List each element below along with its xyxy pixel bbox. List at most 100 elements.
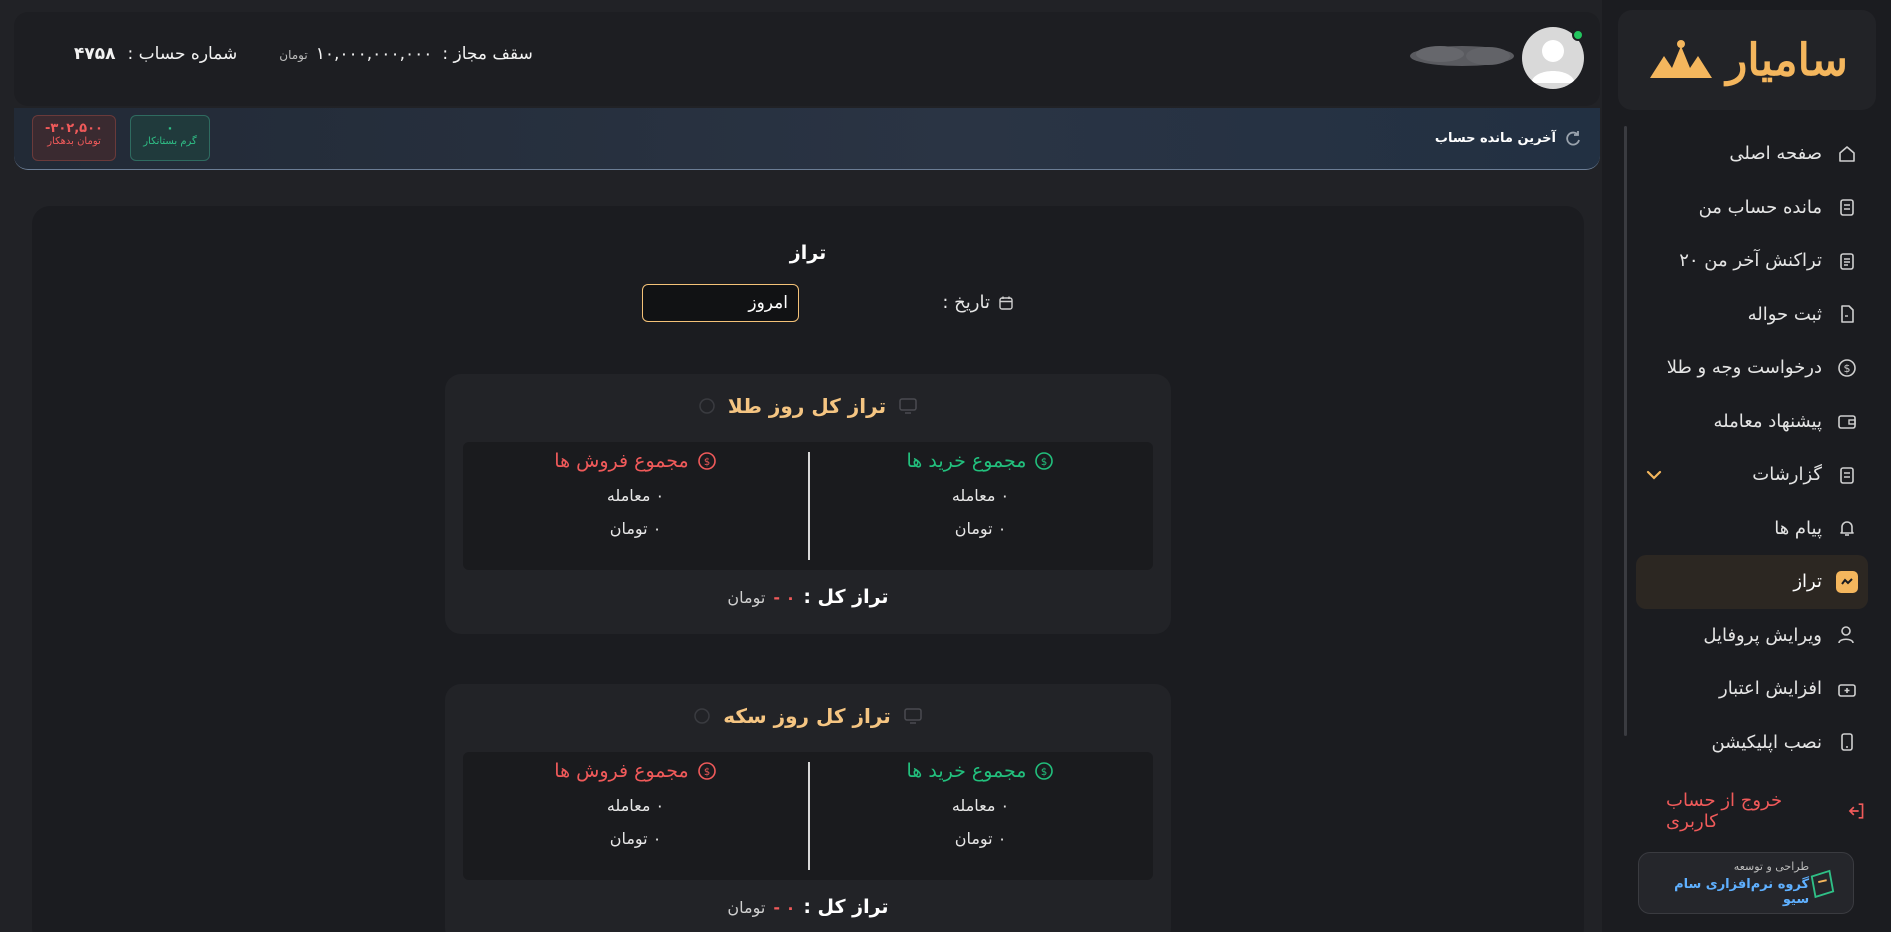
buy-title: مجموع خرید ها: [906, 760, 1027, 782]
date-label: تاریخ :: [942, 292, 990, 313]
sidebar-item-taraz[interactable]: تراز: [1636, 555, 1868, 609]
credit-company: گروه نرم‌افزاری سام سیو: [1674, 876, 1810, 907]
sell-amount: ۰ تومان: [609, 829, 662, 848]
sidebar-item-label: مانده حساب من: [1698, 196, 1822, 218]
chip-label: تومان بدهکار: [47, 136, 101, 147]
brand-logo[interactable]: سامیار: [1618, 10, 1876, 110]
developer-credit[interactable]: طراحی و توسعه گروه نرم‌افزاری سام سیو: [1638, 852, 1854, 914]
total-unit: تومان: [727, 898, 766, 917]
total-unit: تومان: [727, 588, 766, 607]
sell-money-icon: $: [697, 452, 716, 470]
column-divider: [808, 452, 810, 560]
page-title: تراز: [789, 242, 827, 264]
calendar-icon: [999, 296, 1013, 310]
chart-icon: [1836, 570, 1858, 593]
card-title: تراز کل روز سکه: [723, 704, 891, 728]
sidebar-item-home[interactable]: صفحه اصلی: [1636, 127, 1868, 181]
sell-head: $ مجموع فروش ها: [463, 450, 808, 472]
wallet-plus-icon: [1836, 678, 1858, 700]
date-label-wrap: تاریخ :: [942, 292, 1014, 313]
sidebar-item-messages[interactable]: پیام ها: [1636, 502, 1868, 556]
brand-mark-icon: [1650, 40, 1713, 78]
card-summary-box: $ مجموع خرید ها ۰ معامله ۰ تومان $ مجموع…: [463, 752, 1153, 880]
sidebar: سامیار صفحه اصلی مانده حساب من ۲۰ تراکنش…: [1602, 0, 1891, 932]
loading-spinner-icon: [694, 708, 710, 724]
svg-text:$: $: [704, 457, 710, 468]
last-balance-title: آخرین مانده حساب: [1434, 130, 1556, 146]
buy-column: $ مجموع خرید ها ۰ معامله ۰ تومان: [808, 752, 1153, 880]
sidebar-scroll-track[interactable]: [1624, 126, 1627, 736]
chip-value: -۳۰۲,۵۰۰: [45, 121, 103, 136]
sidebar-item-label: افزایش اعتبار: [1719, 678, 1822, 700]
buy-amount: ۰ تومان: [954, 519, 1007, 538]
card-total: تراز کل : ۰ - تومان: [445, 586, 1171, 608]
svg-text:$: $: [1844, 362, 1851, 375]
coin-summary-card: تراز کل روز سکه $ مجموع خرید ها ۰ معامله…: [445, 684, 1171, 932]
refresh-icon[interactable]: [1564, 129, 1582, 147]
sidebar-item-request[interactable]: درخواست وجه و طلا $: [1636, 341, 1868, 395]
sidebar-item-offer[interactable]: پیشنهاد معامله: [1636, 395, 1868, 449]
mobile-icon: [1836, 731, 1858, 753]
column-divider: [808, 762, 810, 870]
card-title-wrap: تراز کل روز طلا: [445, 394, 1171, 418]
logout-button[interactable]: خروج از حساب کاربری: [1666, 790, 1866, 832]
sidebar-item-remittance[interactable]: ثبت حواله: [1636, 288, 1868, 342]
sell-title: مجموع فروش ها: [554, 760, 689, 782]
sidebar-item-reports[interactable]: گزارشات: [1636, 448, 1868, 502]
svg-text:$: $: [704, 767, 710, 778]
sidebar-item-last-transactions[interactable]: ۲۰ تراکنش آخر من: [1636, 234, 1868, 288]
sidebar-item-credit[interactable]: افزایش اعتبار: [1636, 662, 1868, 716]
buy-money-icon: $: [1035, 762, 1054, 780]
monitor-icon: [904, 708, 922, 724]
sidebar-item-profile[interactable]: ویرایش پروفایل: [1636, 609, 1868, 663]
sell-title: مجموع فروش ها: [554, 450, 689, 472]
sidebar-item-label: تراز: [1793, 571, 1822, 593]
sell-count: ۰ معامله: [606, 486, 665, 505]
gold-summary-card: تراز کل روز طلا $ مجموع خرید ها ۰ معامله…: [445, 374, 1171, 634]
sell-head: $ مجموع فروش ها: [463, 760, 808, 782]
date-input[interactable]: [642, 284, 799, 322]
buy-count: ۰ معامله: [951, 486, 1010, 505]
monitor-icon: [899, 398, 917, 414]
chip-value: ۰: [166, 121, 174, 136]
limit-unit: تومان: [279, 48, 308, 62]
total-label: تراز کل :: [803, 586, 889, 608]
sidebar-item-install-app[interactable]: نصب اپلیکیشن: [1636, 716, 1868, 770]
sell-column: $ مجموع فروش ها ۰ معامله ۰ تومان: [463, 442, 808, 570]
svg-text:$: $: [1041, 457, 1047, 468]
total-value: ۰ -: [773, 588, 796, 607]
report-icon: [1836, 464, 1858, 486]
top-header: سقف مجاز : ۱۰,۰۰۰,۰۰۰,۰۰۰ تومان شماره حس…: [14, 12, 1600, 106]
buy-head: $ مجموع خرید ها: [808, 760, 1153, 782]
dollar-circle-icon: $: [1836, 357, 1858, 379]
bell-icon: [1836, 517, 1858, 539]
document-icon: [1836, 303, 1858, 325]
buy-head: $ مجموع خرید ها: [808, 450, 1153, 472]
sidebar-item-label: ویرایش پروفایل: [1703, 624, 1822, 646]
card-total: تراز کل : ۰ - تومان: [445, 896, 1171, 918]
sidebar-item-balance[interactable]: مانده حساب من: [1636, 181, 1868, 235]
sidebar-item-label: پیشنهاد معامله: [1713, 410, 1822, 432]
svg-text:$: $: [1041, 767, 1047, 778]
blurred-username: [1410, 46, 1514, 66]
sidebar-item-label: صفحه اصلی: [1729, 143, 1822, 165]
total-value: ۰ -: [773, 898, 796, 917]
buy-amount: ۰ تومان: [954, 829, 1007, 848]
limit-value: ۱۰,۰۰۰,۰۰۰,۰۰۰: [315, 44, 433, 64]
limit-label: سقف مجاز :: [442, 44, 533, 64]
chevron-down-icon[interactable]: [1644, 465, 1664, 485]
card-title: تراز کل روز طلا: [727, 394, 887, 418]
account-number: ۴۷۵۸: [74, 44, 116, 64]
user-edit-icon: [1836, 624, 1858, 646]
last-balance-bar: آخرین مانده حساب ۰ گرم بستانکار -۳۰۲,۵۰۰…: [14, 108, 1600, 170]
credit-caption: طراحی و توسعه: [1733, 859, 1810, 873]
sell-count: ۰ معامله: [606, 796, 665, 815]
clipboard-list-icon: [1836, 250, 1858, 272]
taraz-panel: تراز تاریخ : تراز کل روز طلا $ مجموع خری…: [32, 206, 1584, 932]
sidebar-item-label: ۲۰ تراکنش آخر من: [1679, 250, 1822, 272]
account-label: شماره حساب :: [127, 44, 238, 64]
chip-label: گرم بستانکار: [143, 136, 197, 147]
buy-title: مجموع خرید ها: [906, 450, 1027, 472]
balance-chip-gold: ۰ گرم بستانکار: [130, 115, 210, 161]
card-title-wrap: تراز کل روز سکه: [445, 704, 1171, 728]
